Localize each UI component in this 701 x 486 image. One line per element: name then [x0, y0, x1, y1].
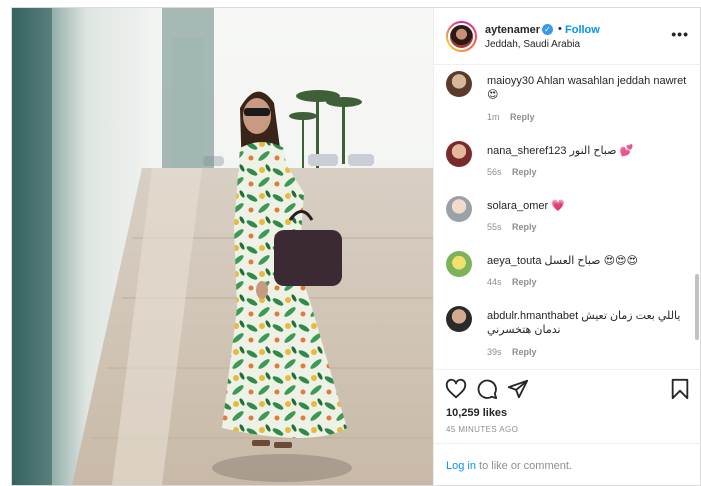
- comment-text: maioyy30 Ahlan wasahlan jeddah nawret 😍: [487, 74, 687, 102]
- more-horizontal-icon[interactable]: •••: [671, 27, 689, 41]
- comment-username[interactable]: aeya_touta: [487, 255, 541, 267]
- comment-time: 55s: [487, 222, 502, 232]
- comment-body: صباح النور 💕: [569, 145, 634, 157]
- post-card: aytenamer ✓ • Follow Jeddah, Saudi Arabi…: [11, 7, 701, 486]
- comment-meta: 39s Reply: [487, 347, 545, 357]
- comment-time: 39s: [487, 347, 502, 357]
- comment-text: aeya_touta صباح العسل 😍😍😍: [487, 254, 687, 268]
- comment-username[interactable]: maioyy30: [487, 75, 534, 87]
- comment-text: abdulr.hmanthabet ياللي بعت زمان تعيش ند…: [487, 309, 687, 337]
- login-prompt: Log in to like or comment.: [446, 460, 572, 472]
- photo-illustration: [12, 8, 433, 485]
- comments-scrollbar[interactable]: [695, 274, 699, 340]
- actions-bar: 10,259 likes 45 MINUTES AGO Log in to li…: [434, 369, 701, 485]
- avatar[interactable]: [446, 141, 472, 167]
- comment-meta: 44s Reply: [487, 277, 545, 287]
- verified-badge-icon: ✓: [542, 24, 553, 35]
- story-ring[interactable]: [446, 21, 477, 52]
- login-link[interactable]: Log in: [446, 460, 476, 472]
- location-link[interactable]: Jeddah, Saudi Arabia: [485, 39, 580, 50]
- comment-meta: 56s Reply: [487, 167, 545, 177]
- username-link[interactable]: aytenamer: [485, 24, 540, 36]
- avatar[interactable]: [446, 306, 472, 332]
- comment-meta: 55s Reply: [487, 222, 545, 232]
- comment-text: nana_sheref123 صباح النور 💕: [487, 144, 687, 158]
- comment-time: 56s: [487, 167, 502, 177]
- reply-button[interactable]: Reply: [510, 112, 535, 122]
- comment-body: 💗: [551, 200, 565, 212]
- avatar[interactable]: [446, 71, 472, 97]
- comment-time: 1m: [487, 112, 500, 122]
- comment-text: solara_omer 💗: [487, 199, 687, 213]
- post-photo[interactable]: [12, 8, 433, 485]
- comment-icon[interactable]: [476, 378, 498, 400]
- post-timestamp: 45 MINUTES AGO: [446, 425, 519, 434]
- avatar[interactable]: [448, 23, 475, 50]
- side-panel: aytenamer ✓ • Follow Jeddah, Saudi Arabi…: [433, 8, 701, 485]
- login-bar: Log in to like or comment.: [434, 443, 701, 486]
- comments-list[interactable]: maioyy30 Ahlan wasahlan jeddah nawret 😍 …: [434, 65, 701, 369]
- reply-button[interactable]: Reply: [512, 222, 537, 232]
- login-rest: to like or comment.: [475, 460, 572, 472]
- heart-icon[interactable]: [445, 378, 467, 400]
- likes-count[interactable]: 10,259 likes: [446, 407, 507, 419]
- avatar[interactable]: [446, 251, 472, 277]
- follow-button[interactable]: Follow: [565, 24, 600, 36]
- avatar[interactable]: [446, 196, 472, 222]
- reply-button[interactable]: Reply: [512, 347, 537, 357]
- share-icon[interactable]: [507, 378, 529, 400]
- bookmark-icon[interactable]: [669, 378, 691, 400]
- reply-button[interactable]: Reply: [512, 167, 537, 177]
- header-separator: •: [558, 23, 562, 35]
- comment-meta: 1m Reply: [487, 112, 543, 122]
- comment-username[interactable]: abdulr.hmanthabet: [487, 310, 578, 322]
- comment-time: 44s: [487, 277, 502, 287]
- comment-username[interactable]: solara_omer: [487, 200, 548, 212]
- post-header: aytenamer ✓ • Follow Jeddah, Saudi Arabi…: [434, 8, 701, 65]
- comment-username[interactable]: nana_sheref123: [487, 145, 567, 157]
- reply-button[interactable]: Reply: [512, 277, 537, 287]
- comment-body: صباح العسل 😍😍😍: [544, 255, 639, 267]
